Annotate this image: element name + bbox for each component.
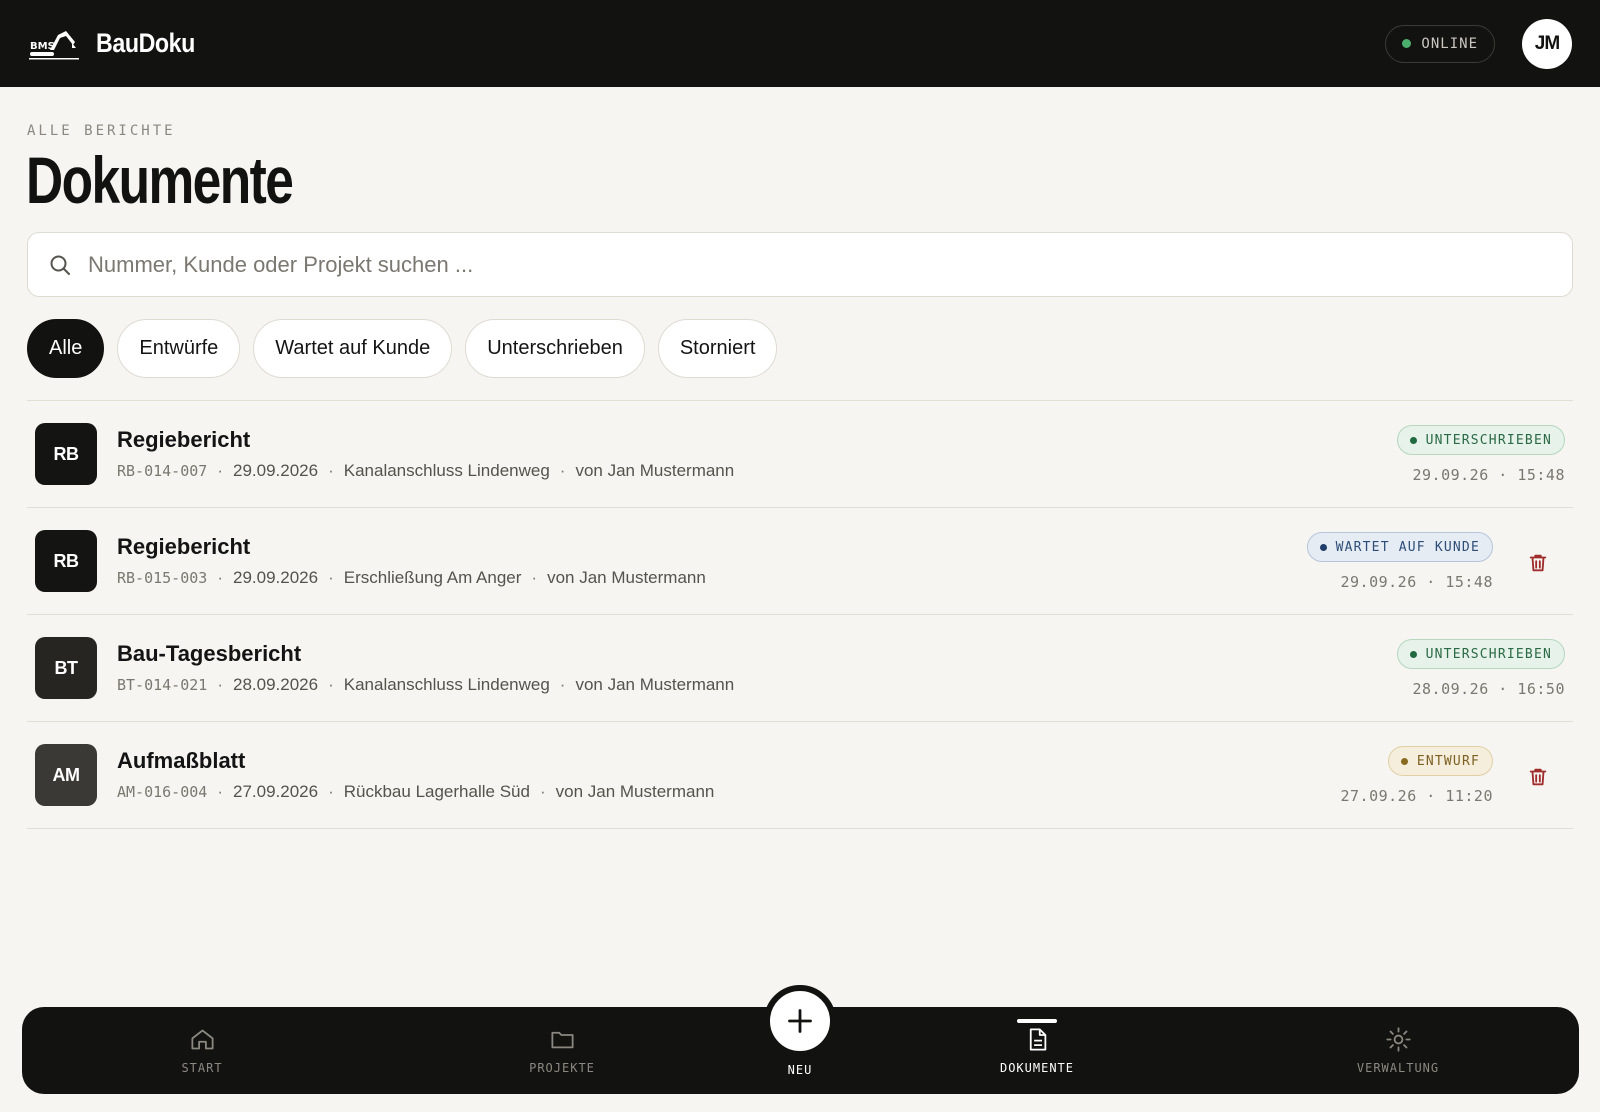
status-badge: UNTERSCHRIEBEN [1396,425,1565,455]
status-label: UNTERSCHRIEBEN [1425,432,1552,448]
status-badge: UNTERSCHRIEBEN [1396,639,1565,669]
document-type-icon: BT [35,637,97,699]
document-project: Kanalanschluss Lindenweg [343,675,550,694]
document-row[interactable]: RB Regiebericht RB-014-007 · 29.09.2026 … [27,401,1573,508]
nav-label-dokumente: DOKUMENTE [999,1061,1075,1075]
status-badge: WARTET AUF KUNDE [1306,532,1493,562]
status-label: ENTWURF [1416,753,1480,769]
document-author: von Jan Mustermann [575,461,735,480]
filter-chip-unterschrieben[interactable]: Unterschrieben [465,319,645,378]
nav-label-verwaltung: VERWALTUNG [1356,1061,1440,1075]
nav-item-verwaltung[interactable]: VERWALTUNG [1328,1007,1468,1094]
home-icon [190,1029,214,1050]
document-project: Erschließung Am Anger [343,568,522,587]
document-number: AM-016-004 [117,783,208,801]
user-avatar[interactable]: JM [1522,18,1572,69]
document-timestamp: 28.09.26 · 16:50 [1412,680,1565,698]
document-author: von Jan Mustermann [575,675,735,694]
document-list: RB Regiebericht RB-014-007 · 29.09.2026 … [27,400,1573,829]
svg-text:BMS: BMS [30,41,55,52]
status-label: WARTET AUF KUNDE [1335,539,1480,555]
status-dot-icon [1409,436,1417,444]
nav-item-projekte[interactable]: PROJEKTE [492,1007,632,1094]
document-date: 29.09.2026 [232,568,319,587]
filter-chips: Alle Entwürfe Wartet auf Kunde Unterschr… [27,319,778,378]
active-tab-indicator [1017,1019,1057,1023]
document-number: RB-015-003 [117,569,208,587]
document-date: 28.09.2026 [232,675,319,694]
document-title: Aufmaßblatt [117,748,246,773]
status-dot-icon [1319,543,1327,551]
document-type-icon: RB [35,423,97,485]
page-title: Dokumente [26,143,294,217]
excavator-logo-icon: BMS [29,30,79,59]
filter-chip-storniert[interactable]: Storniert [657,319,778,378]
filter-chip-entwuerfe[interactable]: Entwürfe [117,319,241,378]
new-document-button[interactable] [764,985,836,1057]
nav-label-neu: NEU [787,1063,813,1077]
status-badge: ENTWURF [1387,746,1493,776]
document-row[interactable]: RB Regiebericht RB-015-003 · 29.09.2026 … [27,508,1573,615]
document-title: Bau-Tagesbericht [117,641,302,666]
nav-label-projekte: PROJEKTE [529,1061,595,1075]
document-timestamp: 29.09.26 · 15:48 [1340,573,1493,591]
document-type-icon: AM [35,744,97,806]
document-author: von Jan Mustermann [547,568,706,587]
document-row[interactable]: BT Bau-Tagesbericht BT-014-021 · 28.09.2… [27,615,1573,722]
document-title: Regiebericht [117,534,251,559]
status-label: UNTERSCHRIEBEN [1425,646,1552,662]
status-dot-icon [1400,757,1408,765]
top-bar: BMS BauDoku ONLINE JM [0,0,1600,87]
online-status-badge: ONLINE [1385,24,1495,63]
nav-item-dokumente[interactable]: DOKUMENTE [967,1007,1107,1094]
filter-chip-wartet-auf-kunde[interactable]: Wartet auf Kunde [253,319,453,378]
company-logo[interactable]: BMS [28,26,80,62]
plus-icon [788,1009,812,1033]
page-eyebrow: ALLE BERICHTE [27,123,176,139]
document-date: 29.09.2026 [232,461,319,480]
document-timestamp: 29.09.26 · 15:48 [1412,466,1565,484]
online-dot-icon [1402,39,1412,48]
status-dot-icon [1409,650,1417,658]
document-number: BT-014-021 [117,676,208,694]
document-timestamp: 27.09.26 · 11:20 [1340,787,1493,805]
search-bar[interactable] [27,232,1573,297]
search-input[interactable] [88,251,1552,278]
trash-icon[interactable] [1527,552,1549,574]
app-name: BauDoku [96,28,195,58]
gear-icon [1385,1027,1411,1052]
document-title: Regiebericht [117,427,251,452]
document-row[interactable]: AM Aufmaßblatt AM-016-004 · 27.09.2026 ·… [27,722,1573,829]
filter-chip-alle[interactable]: Alle [27,319,105,378]
nav-label-start: START [181,1061,223,1075]
document-author: von Jan Mustermann [555,782,715,801]
document-project: Kanalanschluss Lindenweg [343,461,550,480]
document-icon [1029,1028,1046,1051]
document-project: Rückbau Lagerhalle Süd [343,782,530,801]
trash-icon[interactable] [1527,766,1549,788]
document-date: 27.09.2026 [232,782,319,801]
search-icon [50,255,70,275]
document-type-icon: RB [35,530,97,592]
folder-icon [550,1031,574,1049]
nav-item-start[interactable]: START [132,1007,272,1094]
online-status-label: ONLINE [1421,35,1478,52]
document-number: RB-014-007 [117,462,208,480]
